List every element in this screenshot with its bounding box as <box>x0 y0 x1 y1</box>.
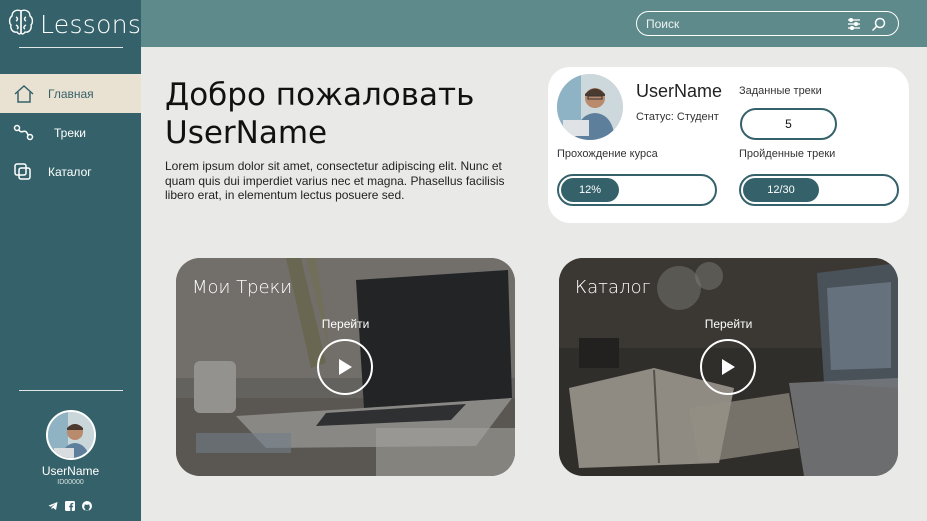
search-bar[interactable] <box>636 11 899 36</box>
play-icon <box>722 359 735 375</box>
home-icon <box>12 82 36 106</box>
brand[interactable]: Lessons <box>8 8 141 41</box>
sidebar-item-home[interactable]: Главная <box>0 74 141 113</box>
social-links <box>47 500 92 511</box>
profile-name: UserName <box>636 81 723 101</box>
course-progress-value: 12% <box>578 184 602 196</box>
search-icon[interactable] <box>870 16 886 32</box>
completed-tracks-fill: 12/30 <box>743 178 819 202</box>
play-icon <box>339 359 352 375</box>
title-line-1: Добро пожаловать <box>165 77 475 113</box>
avatar <box>45 410 96 460</box>
profile-card: UserName Статус: Студент Заданные треки … <box>548 67 909 223</box>
sidebar-item-tracks[interactable]: Треки <box>0 113 141 152</box>
course-progress-bar: 12% <box>557 174 717 206</box>
welcome-text: Lorem ipsum dolor sit amet, consectetur … <box>165 159 505 202</box>
route-icon <box>12 121 36 145</box>
catalog-icon <box>12 160 36 184</box>
completed-tracks-bar: 12/30 <box>739 174 899 206</box>
sidebar-item-label: Треки <box>54 125 86 140</box>
course-progress-label: Прохождение курса <box>557 148 658 160</box>
assigned-tracks-value: 5 <box>740 108 837 140</box>
profile-name: UserName <box>41 464 100 478</box>
app-title: Lessons <box>40 10 142 39</box>
sidebar-profile[interactable]: UserName ID00000 <box>0 410 141 486</box>
sidebar-item-label: Каталог <box>48 164 92 179</box>
play-button[interactable] <box>700 339 756 395</box>
telegram-icon[interactable] <box>47 500 58 511</box>
catalog-tile[interactable]: Каталог Перейти <box>559 258 898 476</box>
sidebar-item-label: Главная <box>48 86 94 101</box>
sidebar-divider-top <box>19 47 123 48</box>
facebook-icon[interactable] <box>64 500 75 511</box>
my-tracks-tile[interactable]: Мои Треки Перейти <box>176 258 515 476</box>
sidebar: Lessons Главная Треки Каталог UserName I… <box>0 0 141 521</box>
play-button[interactable] <box>317 339 373 395</box>
profile-id: ID00000 <box>57 479 84 486</box>
top-header <box>141 0 927 47</box>
search-input[interactable] <box>646 16 841 31</box>
completed-tracks-label: Пройденные треки <box>739 148 836 160</box>
avatar <box>557 74 623 140</box>
profile-status: Статус: Студент <box>636 111 719 123</box>
title-line-2: UserName <box>165 115 328 151</box>
github-icon[interactable] <box>81 500 92 511</box>
tile-action-label: Перейти <box>321 317 370 331</box>
tile-action-label: Перейти <box>704 317 753 331</box>
sidebar-nav: Главная Треки Каталог <box>0 74 141 191</box>
assigned-tracks-label: Заданные треки <box>739 85 822 97</box>
tile-title: Мои Треки <box>192 277 293 298</box>
filter-icon[interactable] <box>846 16 862 32</box>
sidebar-item-catalog[interactable]: Каталог <box>0 152 141 191</box>
course-progress-fill: 12% <box>561 178 619 202</box>
page-title: Добро пожаловать UserName <box>165 76 530 152</box>
brain-icon <box>8 8 34 41</box>
tile-title: Каталог <box>575 277 651 298</box>
sidebar-divider-bottom <box>19 390 123 391</box>
completed-tracks-value: 12/30 <box>767 184 795 196</box>
welcome-section: Добро пожаловать UserName Lorem ipsum do… <box>165 76 530 203</box>
